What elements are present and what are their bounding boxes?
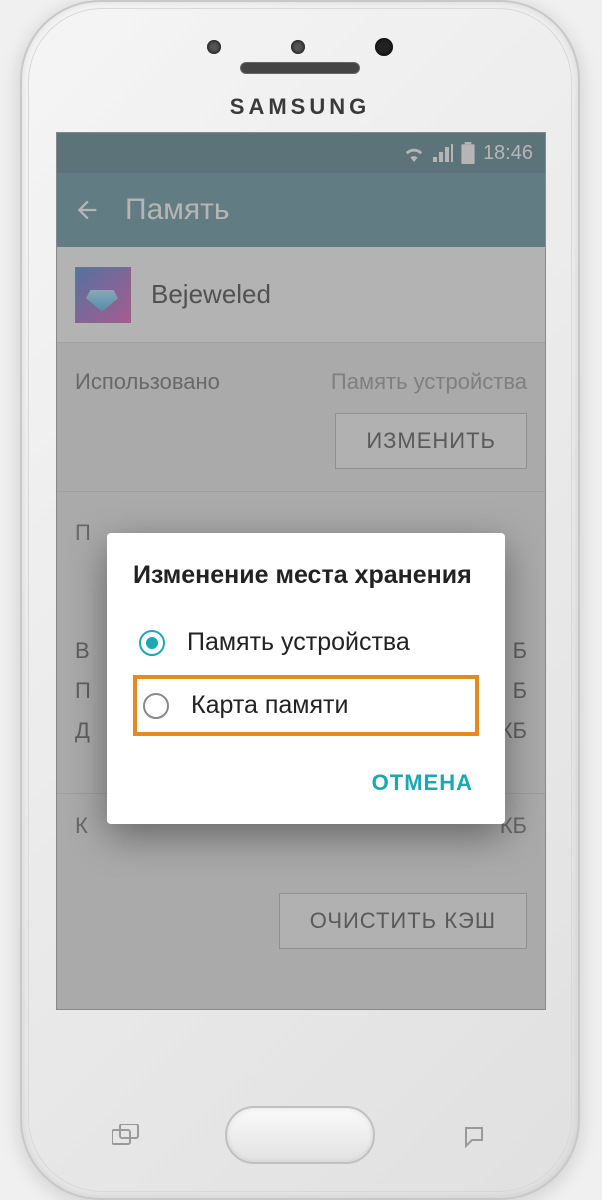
- cancel-button[interactable]: ОТМЕНА: [366, 760, 479, 806]
- dialog-title: Изменение места хранения: [133, 561, 479, 590]
- phone-frame: SAMSUNG 18:46 Память Bejeweled Испо: [20, 0, 580, 1200]
- highlighted-option: Карта памяти: [133, 675, 479, 736]
- sensor-dot: [291, 40, 305, 54]
- radio-label-sdcard: Карта памяти: [191, 691, 348, 720]
- back-nav-icon[interactable]: [460, 1122, 488, 1150]
- screen: 18:46 Память Bejeweled Использовано Памя…: [56, 132, 546, 1010]
- speaker-slot: [240, 62, 360, 74]
- front-camera: [375, 38, 393, 56]
- radio-option-device-storage[interactable]: Память устройства: [133, 616, 479, 669]
- radio-option-sd-card[interactable]: Карта памяти: [141, 685, 471, 726]
- radio-unchecked-icon: [143, 693, 169, 719]
- brand-logo: SAMSUNG: [22, 94, 578, 120]
- radio-checked-icon: [139, 630, 165, 656]
- recent-apps-icon[interactable]: [112, 1124, 142, 1146]
- storage-change-dialog: Изменение места хранения Память устройст…: [107, 533, 505, 824]
- sensor-dot: [207, 40, 221, 54]
- radio-label-device: Память устройства: [187, 628, 410, 657]
- home-button[interactable]: [225, 1106, 375, 1164]
